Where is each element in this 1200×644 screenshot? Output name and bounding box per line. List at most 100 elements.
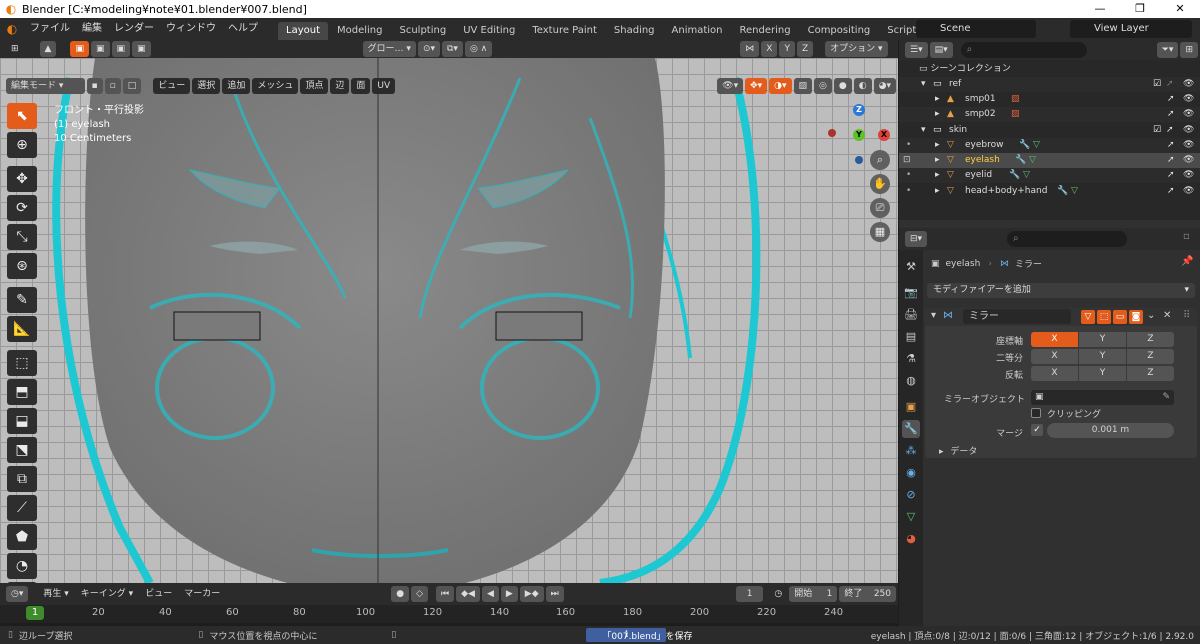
outliner-row-eyelash[interactable]: ⊡ ▸ ▽ eyelash 🔧 ▽ ➚ 👁 (899, 153, 1200, 168)
select-arrow-icon[interactable]: ➚ (1167, 138, 1175, 153)
expand-arrow-icon[interactable]: ▸ (935, 107, 940, 122)
bisect-x-toggle[interactable]: X (1031, 349, 1078, 364)
mirror-axis-y-toggle[interactable]: Y (1079, 332, 1126, 347)
minimize-button[interactable]: — (1080, 0, 1120, 18)
tab-rendering[interactable]: Rendering (731, 22, 799, 40)
scale-tool-icon[interactable]: ⤡ (7, 224, 37, 250)
bevel-tool-icon[interactable]: ⬔ (7, 437, 37, 463)
render-toggle-icon[interactable]: ◙ (1129, 310, 1143, 324)
timeline-playhead[interactable]: 1 (26, 606, 44, 620)
visibility-eye-icon[interactable]: 👁 (1183, 153, 1194, 168)
mirror-axis-x-toggle[interactable]: X (1031, 332, 1078, 347)
close-button[interactable]: ✕ (1160, 0, 1200, 18)
edit-mode-toggle-icon[interactable]: ⬚ (1097, 310, 1111, 324)
cursor-tool-icon[interactable]: ⊕ (7, 132, 37, 158)
merge-distance-field[interactable]: 0.001 m (1047, 423, 1174, 438)
annotate-tool-icon[interactable]: ✎ (7, 287, 37, 313)
transform-tool-icon[interactable]: ⊛ (7, 253, 37, 279)
mode-dropdown[interactable]: 編集モード ▾ (6, 78, 85, 94)
flip-x-toggle[interactable]: X (1031, 366, 1078, 381)
expand-arrow-icon[interactable]: ▾ (921, 123, 926, 138)
data-subpanel[interactable]: ▸ データ (939, 444, 977, 457)
display-mode-icon[interactable]: ▤▾ (929, 42, 953, 58)
shading-rendered-icon[interactable]: ◕▾ (873, 78, 896, 94)
overlay-toggle-icon[interactable]: ◑▾ (769, 78, 792, 94)
tab-compositing[interactable]: Compositing (799, 22, 879, 40)
visibility-icon[interactable]: 👁▾ (717, 78, 744, 94)
viewport-menu-face[interactable]: 面 (351, 78, 371, 94)
extrude-tool-icon[interactable]: ⬒ (7, 379, 37, 405)
outliner-editor-icon[interactable]: ☰▾ (905, 42, 928, 58)
properties-editor-icon[interactable]: ⊟▾ (905, 231, 928, 247)
viewport-menu-mesh[interactable]: メッシュ (252, 78, 299, 94)
add-modifier-dropdown[interactable]: モディファイアーを追加 ▾ (927, 283, 1195, 298)
jump-end-icon[interactable]: ⏭ (545, 586, 564, 602)
start-frame-field[interactable]: 開始 1 (789, 586, 838, 602)
measure-tool-icon[interactable]: 📐 (7, 316, 37, 342)
maximize-button[interactable]: ❐ (1120, 0, 1160, 18)
proportional-edit-icon[interactable]: ◎ ∧ (464, 41, 493, 57)
flip-y-toggle[interactable]: Y (1079, 366, 1126, 381)
flip-z-toggle[interactable]: Z (1127, 366, 1174, 381)
loop-cut-tool-icon[interactable]: ⧉ (7, 466, 37, 492)
timeline-editor-icon[interactable]: ◷▾ (6, 586, 29, 602)
next-key-icon[interactable]: ▶◆ (519, 586, 544, 602)
expand-arrow-icon[interactable]: ▾ (921, 77, 926, 92)
options-icon[interactable]: ▫ (1183, 231, 1190, 242)
visibility-eye-icon[interactable]: 👁 (1183, 184, 1194, 199)
outliner-row-ref[interactable]: ▾ ▭ ref ☑ ➚ 👁 (899, 77, 1200, 92)
menu-file[interactable]: ファイル (24, 18, 76, 40)
gizmo-neg-z-axis[interactable] (855, 156, 863, 164)
xray-toggle-icon[interactable]: ▨ (793, 78, 813, 94)
material-tab-icon[interactable]: ◕ (902, 530, 920, 548)
outliner-row-head-body-hand[interactable]: • ▸ ▽ head+body+hand 🔧 ▽ ➚ 👁 (899, 184, 1200, 199)
move-tool-icon[interactable]: ✥ (7, 166, 37, 192)
viewport-toggle-icon[interactable]: ▭ (1113, 310, 1127, 324)
outliner-row-smp02[interactable]: ▸ ▲ smp02 ▨ ➚ 👁 (899, 107, 1200, 122)
shading-material-icon[interactable]: ◐ (853, 78, 872, 94)
select-mode-subtract-icon[interactable]: ▣ (111, 41, 131, 57)
viewport-canvas[interactable]: 編集モード ▾ ▪ ▫ □ ビュー 選択 追加 メッシュ 頂点 辺 面 UV 👁… (0, 58, 898, 583)
keying-dropdown[interactable]: キーイング ▾ (75, 586, 139, 602)
play-icon[interactable]: ▶ (500, 586, 518, 602)
collapse-arrow-icon[interactable]: ▾ (931, 310, 936, 321)
bisect-y-toggle[interactable]: Y (1079, 349, 1126, 364)
mirror-y-toggle[interactable]: Y (779, 41, 795, 57)
drag-handle-icon[interactable]: ⠿ (1183, 310, 1190, 321)
include-checkbox-icon[interactable]: ☑ (1153, 123, 1161, 138)
current-frame-field[interactable]: 1 (735, 586, 764, 602)
visibility-eye-icon[interactable]: 👁 (1183, 168, 1194, 183)
tab-modeling[interactable]: Modeling (329, 22, 391, 40)
pivot-point-icon[interactable]: ⊙▾ (417, 41, 440, 57)
shading-wireframe-icon[interactable]: ◎ (814, 78, 832, 94)
viewport-menu-uv[interactable]: UV (372, 78, 396, 94)
tab-animation[interactable]: Animation (663, 22, 731, 40)
timeline-menu-marker[interactable]: マーカー (179, 586, 226, 602)
render-tab-icon[interactable]: 📷 (902, 284, 920, 302)
blender-menu-icon[interactable]: ◐ (0, 22, 24, 36)
visibility-eye-icon[interactable]: 👁 (1183, 138, 1194, 153)
snap-icon[interactable]: ⧉▾ (442, 41, 463, 57)
properties-search-input[interactable]: ⌕ (1007, 231, 1127, 247)
prev-key-icon[interactable]: ◆◀ (456, 586, 480, 602)
record-icon[interactable]: ● (391, 586, 410, 602)
viewport-menu-select[interactable]: 選択 (192, 78, 221, 94)
viewport-menu-edge[interactable]: 辺 (330, 78, 350, 94)
select-arrow-icon[interactable]: ➚ (1167, 107, 1175, 122)
knife-tool-icon[interactable]: ⟋ (7, 495, 37, 521)
pin-icon[interactable]: 📌 (1181, 256, 1193, 267)
editor-type-icon[interactable]: ⊞ (6, 41, 24, 57)
edit-mode-icon[interactable]: ⊡ (903, 153, 911, 168)
view-layer-tab-icon[interactable]: ▤ (902, 328, 920, 346)
tab-shading[interactable]: Shading (605, 22, 663, 40)
face-select-mode-icon[interactable]: □ (122, 78, 142, 94)
select-arrow-icon[interactable]: ➚ (1166, 123, 1174, 138)
viewport-menu-add[interactable]: 追加 (222, 78, 251, 94)
mirror-object-field[interactable]: ▣ ✎ (1031, 390, 1174, 405)
physics-tab-icon[interactable]: ◉ (902, 464, 920, 482)
select-mode-invert-icon[interactable]: ▣ (132, 41, 151, 57)
object-tab-icon[interactable]: ▣ (902, 398, 920, 416)
tool-tab-icon[interactable]: ⚒ (902, 258, 920, 276)
auto-key-icon[interactable]: ◇ (411, 586, 428, 602)
inset-tool-icon[interactable]: ⬓ (7, 408, 37, 434)
